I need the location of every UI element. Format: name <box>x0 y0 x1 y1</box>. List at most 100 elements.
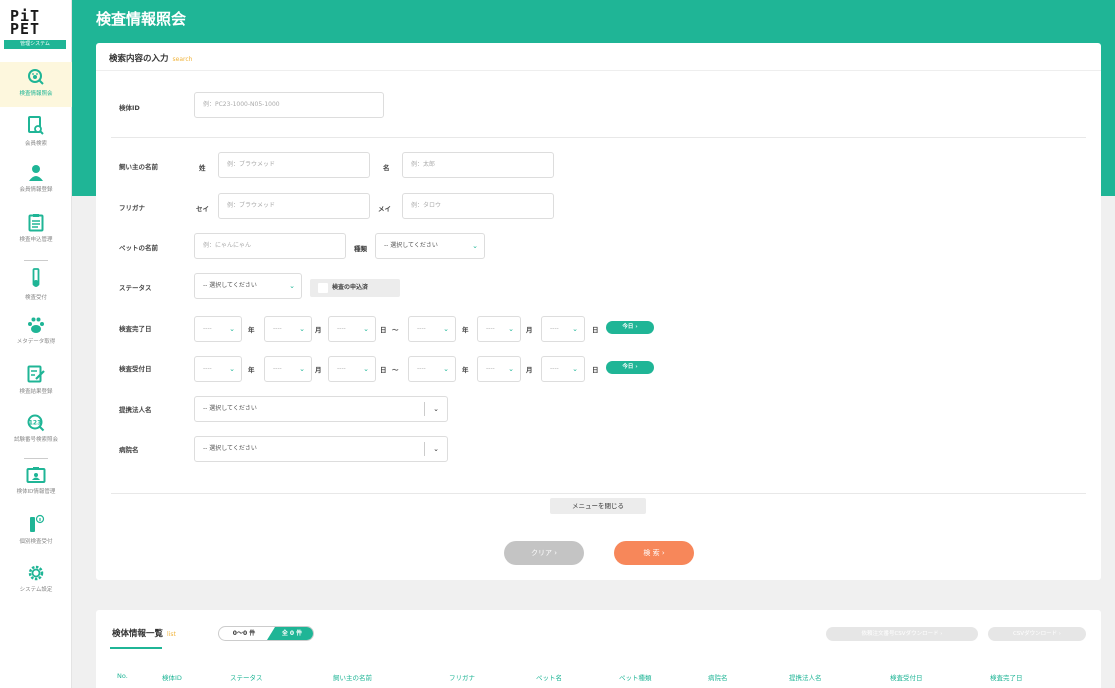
hospital-select[interactable]: -- 選択してください ⌄ <box>194 436 448 462</box>
furigana-mei-input[interactable]: 例：タロウ <box>402 193 554 219</box>
completed-from-year-select[interactable]: ---- ⌄ <box>194 316 242 342</box>
select-divider <box>424 442 425 456</box>
pet-name-input[interactable]: 例：にゃんにゃん <box>194 233 346 259</box>
column-header-partner[interactable]: 提携法人名 <box>789 672 822 682</box>
received-to-year-select[interactable]: ---- ⌄ <box>408 356 456 382</box>
partner-label: 提携法人名 <box>119 406 152 414</box>
chevron-down-icon: ⌄ <box>229 325 235 333</box>
received-to-day-select[interactable]: ---- ⌄ <box>541 356 585 382</box>
completed-to-month-select[interactable]: ---- ⌄ <box>477 316 521 342</box>
csv-download-button[interactable]: CSVダウンロード › <box>988 627 1086 641</box>
column-header-owner-name[interactable]: 飼い主の名前 <box>333 672 372 682</box>
year-unit: 年 <box>462 366 469 374</box>
column-header-specimen-id[interactable]: 検体ID <box>162 672 182 682</box>
date-placeholder: ---- <box>550 325 559 332</box>
date-placeholder: ---- <box>337 365 346 372</box>
logo-line-2: PET <box>10 20 41 38</box>
result-count: 0〜0 件 全 0 件 <box>218 626 314 641</box>
column-header-no[interactable]: No. <box>117 672 128 680</box>
menu-close-button[interactable]: メニューを閉じる <box>550 498 646 514</box>
sidebar-item-system-settings[interactable]: システム設定 <box>0 564 72 593</box>
sidebar-item-reception[interactable]: 検査受付 <box>0 268 72 301</box>
sidebar-item-metadata[interactable]: メタデータ取得 <box>0 316 72 345</box>
received-date-label: 検査受付日 <box>119 365 152 373</box>
sidebar-item-member-search[interactable]: 会員検索 <box>0 116 72 147</box>
column-header-pet-kind[interactable]: ペット種類 <box>619 672 652 682</box>
list-title: 検体情報一覧 list <box>112 627 176 639</box>
applied-checkbox-label: 検査の申込済 <box>332 284 369 291</box>
pet-kind-select[interactable]: -- 選択してください ⌄ <box>375 233 485 259</box>
owner-sei-label: 姓 <box>199 164 206 172</box>
received-from-year-select[interactable]: ---- ⌄ <box>194 356 242 382</box>
specimen-list-card: 検体情報一覧 list 0〜0 件 全 0 件 依頼注文番号CSVダウンロード ›… <box>96 610 1101 688</box>
month-unit: 月 <box>315 326 322 334</box>
sidebar-divider <box>24 458 48 459</box>
chevron-down-icon: ⌄ <box>299 325 305 333</box>
number-search-icon: 123 <box>27 414 45 432</box>
status-label: ステータス <box>119 284 152 292</box>
search-title-text: 検索内容の入力 <box>109 54 169 64</box>
column-header-completed-date[interactable]: 検査完了日 <box>990 672 1023 682</box>
day-unit: 日 <box>592 326 599 334</box>
sidebar-item-label: 検査受付 <box>24 295 47 301</box>
pet-kind-label: 種類 <box>354 245 367 253</box>
search-button[interactable]: 検 索 › <box>614 541 694 565</box>
column-header-received-date[interactable]: 検査受付日 <box>890 672 923 682</box>
column-header-hospital[interactable]: 病院名 <box>708 672 728 682</box>
chevron-down-icon: ⌄ <box>443 325 449 333</box>
specimen-id-input[interactable]: 例：PC23-1000-N05-1000 <box>194 92 384 118</box>
chevron-down-icon: ⌄ <box>508 325 514 333</box>
sidebar-item-member-register[interactable]: 会員情報登録 <box>0 164 72 193</box>
furigana-sei-input[interactable]: 例：ブラウメッド <box>218 193 370 219</box>
owner-mei-label: 名 <box>383 164 390 172</box>
sidebar-item-specimen-id[interactable]: 検体ID情報管理 <box>0 466 72 495</box>
completed-to-year-select[interactable]: ---- ⌄ <box>408 316 456 342</box>
received-from-day-select[interactable]: ---- ⌄ <box>328 356 376 382</box>
received-today-button[interactable]: 今日 › <box>606 361 654 374</box>
range-tilde: 〜 <box>392 326 399 334</box>
section-divider <box>111 137 1086 138</box>
sidebar-item-label: メタデータ取得 <box>16 339 56 345</box>
svg-text:123: 123 <box>29 420 42 427</box>
select-divider <box>424 402 425 416</box>
sidebar-item-inspection-info[interactable]: 検査情報照会 <box>0 62 72 107</box>
column-header-furigana[interactable]: フリガナ <box>449 672 475 682</box>
clear-button[interactable]: クリア › <box>504 541 584 565</box>
completed-from-month-select[interactable]: ---- ⌄ <box>264 316 312 342</box>
sidebar-item-label: 検体ID情報管理 <box>16 489 56 495</box>
year-unit: 年 <box>248 326 255 334</box>
owner-mei-input[interactable]: 例：太郎 <box>402 152 554 178</box>
column-header-status[interactable]: ステータス <box>230 672 263 682</box>
sidebar-item-number-search[interactable]: 123 試験番号検索照会 <box>0 414 72 443</box>
sidebar-item-label: 試験番号検索照会 <box>13 437 58 443</box>
received-from-month-select[interactable]: ---- ⌄ <box>264 356 312 382</box>
received-to-month-select[interactable]: ---- ⌄ <box>477 356 521 382</box>
completed-to-day-select[interactable]: ---- ⌄ <box>541 316 585 342</box>
test-tube-icon <box>32 268 40 287</box>
completed-from-day-select[interactable]: ---- ⌄ <box>328 316 376 342</box>
search-card-title: 検索内容の入力 search <box>109 52 192 64</box>
sidebar-item-label: 会員情報登録 <box>19 187 53 193</box>
status-select[interactable]: -- 選択してください ⌄ <box>194 273 302 299</box>
completed-today-button[interactable]: 今日 › <box>606 321 654 334</box>
result-total: 全 0 件 <box>267 627 313 640</box>
person-icon <box>29 165 43 181</box>
sidebar: PiT PET 管理システム 検査情報照会 会員検索 会員情報登録 検査申込管理… <box>0 0 72 688</box>
partner-value: -- 選択してください <box>203 405 257 412</box>
partner-select[interactable]: -- 選択してください ⌄ <box>194 396 448 422</box>
logo-badge: 管理システム <box>4 40 66 49</box>
sidebar-item-individual-reception[interactable]: 個別検査受付 <box>0 514 72 545</box>
sidebar-item-application-mgmt[interactable]: 検査申込管理 <box>0 213 72 243</box>
app-logo: PiT PET 管理システム <box>4 9 66 49</box>
applied-checkbox[interactable]: 検査の申込済 <box>310 279 400 297</box>
sidebar-item-label: 検査申込管理 <box>19 237 53 243</box>
result-range: 0〜0 件 <box>232 630 256 637</box>
checkbox-box[interactable] <box>318 283 328 293</box>
owner-sei-input[interactable]: 例：ブラウメッド <box>218 152 370 178</box>
column-header-pet-name[interactable]: ペット名 <box>536 672 562 682</box>
sidebar-item-result-register[interactable]: 検査結果登録 <box>0 365 72 395</box>
completed-date-label: 検査完了日 <box>119 325 152 333</box>
date-placeholder: ---- <box>273 365 282 372</box>
order-number-csv-download-button[interactable]: 依頼注文番号CSVダウンロード › <box>826 627 978 641</box>
id-card-icon <box>26 467 46 483</box>
